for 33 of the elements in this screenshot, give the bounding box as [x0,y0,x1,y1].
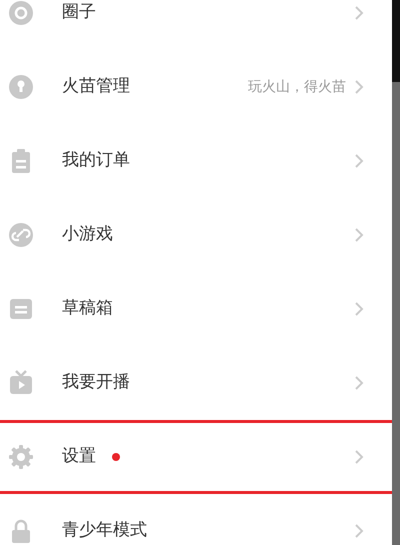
chevron-icon [354,301,364,317]
menu-label: 我的订单 [62,149,130,172]
chevron-icon [354,79,364,95]
menu-label: 圈子 [62,1,96,24]
scrollbar[interactable] [392,0,400,545]
menu-item[interactable]: 我要开播 [0,346,392,420]
menu-label: 青少年模式 [62,519,147,542]
menu-item[interactable]: 草稿箱 [0,272,392,346]
chevron-icon [354,227,364,243]
chevron-icon [354,153,364,169]
menu-item[interactable]: 火苗管理 玩火山，得火苗 [0,50,392,124]
settings-icon [8,444,34,470]
chevron-icon [354,375,364,391]
target-icon [8,0,34,26]
menu-label: 小游戏 [62,223,113,246]
menu-item[interactable]: 我的订单 [0,124,392,198]
menu-label: 设置 [62,445,96,468]
link-icon [8,222,34,248]
drafts-icon [8,296,34,322]
menu-detail: 玩火山，得火苗 [248,78,346,96]
menu-item[interactable]: 设置 [0,420,392,494]
chevron-icon [354,5,364,21]
menu-label: 火苗管理 [62,75,130,98]
scrollbar-thumb[interactable] [392,0,400,82]
menu-label: 草稿箱 [62,297,113,320]
chevron-icon [354,449,364,465]
menu-item[interactable]: 圈子 [0,0,392,50]
menu-item[interactable]: 小游戏 [0,198,392,272]
chevron-icon [354,523,364,539]
menu-label: 我要开播 [62,371,130,394]
menu-item[interactable]: 青少年模式 [0,494,392,545]
tv-play-icon [8,370,34,396]
keyhole-icon [8,74,34,100]
